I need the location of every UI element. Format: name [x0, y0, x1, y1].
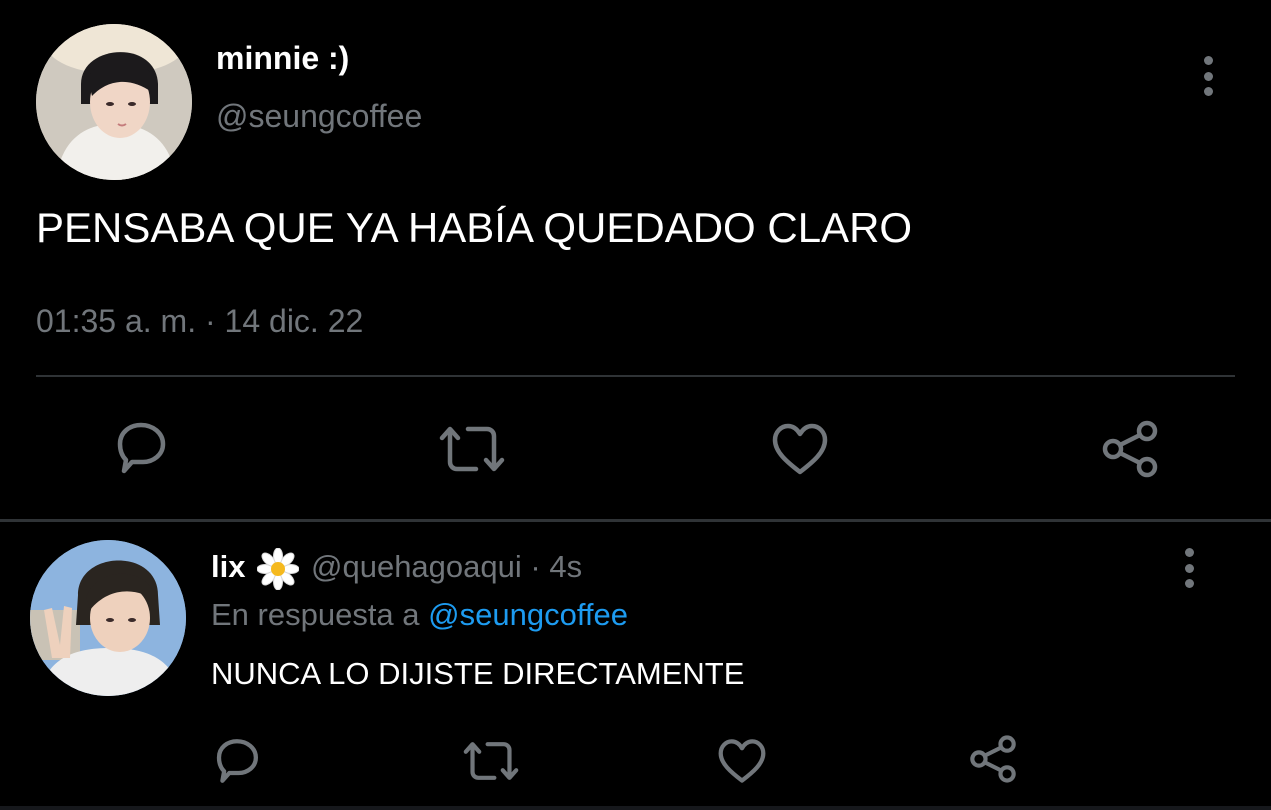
reply-icon[interactable]: [112, 420, 170, 476]
tweet-timestamp[interactable]: 01:35 a. m. · 14 dic. 22: [36, 303, 363, 340]
daisy-emoji-icon: [256, 547, 300, 591]
tweet-text: PENSABA QUE YA HABÍA QUEDADO CLARO: [36, 204, 913, 251]
reply-like-icon[interactable]: [717, 738, 767, 784]
author-handle[interactable]: @seungcoffee: [216, 98, 422, 135]
reply-reply-icon[interactable]: [212, 737, 262, 785]
like-icon[interactable]: [771, 422, 829, 476]
reply-author-handle[interactable]: @quehagoaqui: [311, 549, 522, 584]
avatar-photo: [36, 24, 192, 180]
retweet-icon[interactable]: [438, 424, 506, 474]
replying-to: En respuesta a @seungcoffee: [211, 597, 628, 633]
bottom-divider: [0, 806, 1271, 810]
reply-author-display-name[interactable]: lix: [211, 549, 245, 585]
divider: [36, 375, 1235, 377]
reply-share-icon[interactable]: [968, 735, 1018, 783]
author-display-name[interactable]: minnie :): [216, 40, 349, 77]
section-divider: [0, 519, 1271, 522]
author-avatar[interactable]: [36, 24, 192, 180]
reply-author-handle-and-time[interactable]: @quehagoaqui · 4s: [311, 549, 582, 585]
reply-time: · 4s: [530, 549, 583, 584]
reply-retweet-icon[interactable]: [462, 740, 520, 782]
more-options-icon[interactable]: [1196, 56, 1220, 96]
reply-author-avatar[interactable]: [30, 540, 186, 696]
replying-to-label: En respuesta a: [211, 597, 420, 632]
share-icon[interactable]: [1100, 420, 1160, 478]
reply-more-options-icon[interactable]: [1177, 548, 1201, 588]
replying-to-handle-link[interactable]: @seungcoffee: [428, 597, 628, 632]
reply-text: NUNCA LO DIJISTE DIRECTAMENTE: [211, 656, 745, 691]
avatar-photo: [30, 540, 186, 696]
